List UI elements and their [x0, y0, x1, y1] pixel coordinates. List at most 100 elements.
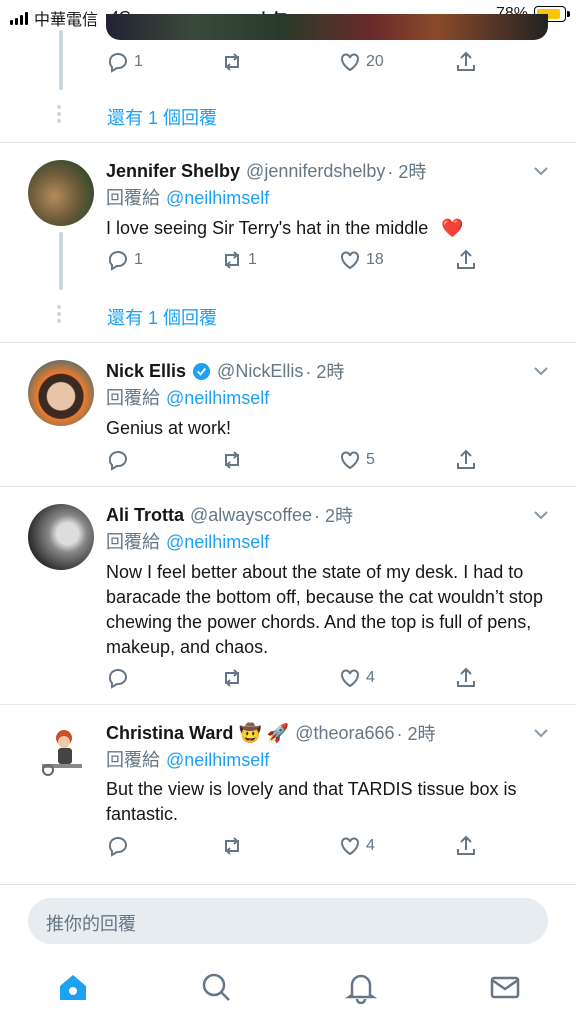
display-name[interactable]: Ali Trotta — [106, 505, 184, 526]
share-button[interactable] — [454, 248, 478, 272]
mention-link[interactable]: @neilhimself — [166, 188, 269, 208]
composer-divider — [0, 884, 576, 885]
avatar[interactable] — [28, 504, 94, 570]
display-name[interactable]: Christina Ward — [106, 723, 233, 744]
reply-input[interactable]: 推你的回覆 — [28, 898, 548, 944]
like-button[interactable]: 5 — [338, 448, 375, 472]
like-count: 4 — [366, 669, 375, 686]
handle[interactable]: @NickEllis — [217, 361, 303, 382]
reply-button[interactable]: 1 — [106, 248, 143, 272]
share-icon — [457, 449, 475, 469]
more-dots-icon — [57, 105, 61, 126]
chevron-down-icon[interactable] — [532, 362, 550, 380]
tweet-text: I love seeing Sir Terry's hat in the mid… — [106, 218, 429, 238]
name-emojis: 🤠 🚀 — [239, 722, 290, 743]
retweet-button[interactable] — [220, 50, 244, 74]
like-count: 20 — [366, 53, 384, 70]
handle[interactable]: @alwayscoffee — [190, 505, 312, 526]
share-icon — [457, 835, 475, 855]
reply-button[interactable] — [106, 448, 130, 472]
share-icon — [457, 667, 475, 687]
retweet-button[interactable] — [220, 834, 244, 858]
handle[interactable]: @jenniferdshelby — [246, 161, 385, 182]
timestamp: · 2時 — [314, 506, 354, 526]
like-count: 5 — [366, 451, 375, 468]
display-name[interactable]: Jennifer Shelby — [106, 161, 240, 182]
heart-icon — [341, 53, 359, 72]
retweet-icon — [225, 837, 239, 855]
handle[interactable]: @theora666 — [295, 723, 394, 744]
reply-icon — [108, 837, 127, 857]
retweet-button[interactable]: 1 — [220, 248, 257, 272]
timestamp: · 2時 — [396, 724, 436, 744]
reply-icon — [108, 53, 127, 73]
show-more-replies[interactable]: 還有 1 個回覆 — [0, 290, 576, 340]
like-count: 18 — [366, 251, 384, 268]
notifications-icon[interactable] — [344, 970, 378, 1004]
verified-badge-icon — [192, 362, 211, 380]
avatar[interactable] — [28, 160, 94, 226]
avatar[interactable] — [28, 720, 94, 786]
reply-icon — [108, 669, 127, 689]
bottom-tab-bar — [0, 960, 576, 1020]
reply-button[interactable]: 1 — [106, 50, 143, 74]
messages-icon[interactable] — [488, 970, 522, 1004]
mention-link[interactable]: @neilhimself — [166, 532, 269, 552]
reply-prefix: 回覆給 — [106, 188, 160, 208]
reply-prefix: 回覆給 — [106, 532, 160, 552]
reply-prefix: 回覆給 — [106, 388, 160, 408]
like-button[interactable]: 18 — [338, 248, 384, 272]
reply-icon — [108, 451, 127, 471]
retweet-icon — [225, 251, 239, 269]
retweet-icon — [225, 53, 239, 71]
like-button[interactable]: 4 — [338, 666, 375, 690]
retweet-button[interactable] — [220, 666, 244, 690]
tweet-jennifer[interactable]: Jennifer Shelby @jenniferdshelby · 2時 回覆… — [0, 142, 576, 342]
avatar[interactable] — [28, 360, 94, 426]
chevron-down-icon[interactable] — [532, 724, 550, 742]
tweet-text: But the view is lovely and that TARDIS t… — [106, 779, 517, 824]
retweet-icon — [225, 669, 239, 687]
chevron-down-icon[interactable] — [532, 506, 550, 524]
like-button[interactable]: 4 — [338, 834, 375, 858]
search-icon[interactable] — [199, 970, 233, 1004]
heart-emoji: ❤️ — [441, 218, 464, 238]
thread-line — [59, 30, 63, 90]
reply-count: 1 — [134, 53, 143, 70]
retweet-button[interactable] — [220, 448, 244, 472]
timestamp: · 2時 — [387, 162, 427, 182]
share-button[interactable] — [454, 50, 478, 74]
tweet-text: Genius at work! — [106, 418, 232, 438]
timestamp: · 2時 — [305, 362, 345, 382]
share-button[interactable] — [454, 834, 478, 858]
share-button[interactable] — [454, 448, 478, 472]
reply-button[interactable] — [106, 666, 130, 690]
retweet-count: 1 — [248, 251, 257, 268]
reply-icon — [108, 251, 127, 271]
tweet-media-image[interactable] — [106, 14, 548, 40]
like-button[interactable]: 20 — [338, 50, 384, 74]
share-button[interactable] — [454, 666, 478, 690]
mention-link[interactable]: @neilhimself — [166, 750, 269, 770]
heart-icon — [341, 669, 359, 688]
reply-button[interactable] — [106, 834, 130, 858]
reply-count: 1 — [134, 251, 143, 268]
mention-link[interactable]: @neilhimself — [166, 388, 269, 408]
heart-icon — [341, 837, 359, 856]
heart-icon — [341, 451, 359, 470]
tweet-christina[interactable]: Christina Ward 🤠 🚀 @theora666 · 2時 回覆給 @n… — [0, 704, 576, 872]
more-dots-icon — [57, 305, 61, 326]
display-name[interactable]: Nick Ellis — [106, 361, 186, 382]
show-more-replies[interactable]: 還有 1 個回覆 — [0, 90, 576, 140]
tweet-nick[interactable]: Nick Ellis @NickEllis · 2時 回覆給 @neilhimse… — [0, 342, 576, 486]
share-icon — [457, 51, 475, 71]
cartoon-avatar-illustration — [42, 730, 82, 776]
reply-placeholder: 推你的回覆 — [46, 914, 136, 934]
tweet-text: Now I feel better about the state of my … — [106, 562, 543, 657]
share-icon — [457, 249, 475, 269]
like-count: 4 — [366, 837, 375, 854]
home-icon[interactable] — [56, 970, 90, 1004]
heart-icon — [341, 251, 359, 270]
chevron-down-icon[interactable] — [532, 162, 550, 180]
tweet-ali[interactable]: Ali Trotta @alwayscoffee · 2時 回覆給 @neilhi… — [0, 486, 576, 704]
